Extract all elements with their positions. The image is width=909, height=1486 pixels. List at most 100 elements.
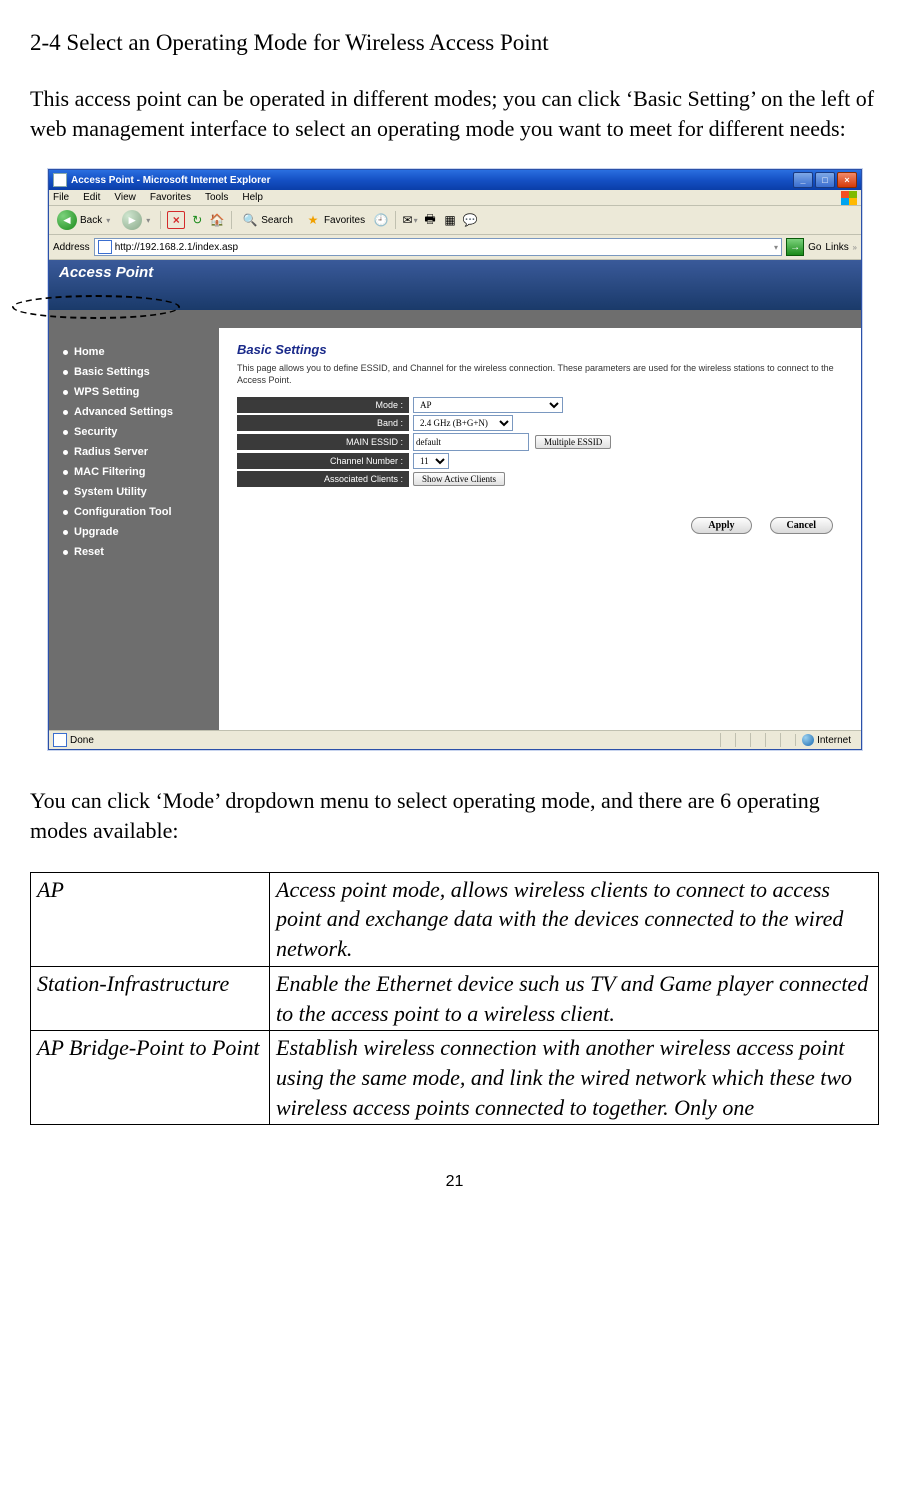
mail-icon[interactable]: ✉▾ (402, 212, 418, 228)
links-label[interactable]: Links » (825, 242, 857, 253)
sidebar-item-label: Advanced Settings (74, 406, 173, 418)
brand-banner: Access Point (49, 260, 861, 328)
print-icon[interactable]: 🖶 (422, 212, 438, 228)
mode-name-cell: Station-Infrastructure (31, 966, 270, 1030)
sidebar-item-label: Security (74, 426, 117, 438)
address-input[interactable]: http://192.168.2.1/index.asp ▾ (94, 238, 782, 256)
status-text: Done (70, 735, 94, 746)
mode-name-cell: AP (31, 872, 270, 966)
mode-desc-cell: Establish wireless connection with anoth… (270, 1031, 879, 1125)
bullet-icon (63, 390, 68, 395)
search-icon: 🔍 (242, 212, 258, 228)
post-paragraph: You can click ‘Mode’ dropdown menu to se… (30, 786, 879, 845)
back-arrow-icon: ◄ (57, 210, 77, 230)
menu-file[interactable]: File (53, 192, 69, 203)
ie-app-icon (53, 173, 67, 187)
close-button[interactable]: × (837, 172, 857, 188)
sidebar-item-reset[interactable]: Reset (49, 542, 219, 562)
back-label: Back (80, 215, 102, 226)
mode-desc-cell: Access point mode, allows wireless clien… (270, 872, 879, 966)
sidebar-item-wps-setting[interactable]: WPS Setting (49, 382, 219, 402)
sidebar-item-basic-settings[interactable]: Basic Settings (49, 362, 219, 382)
table-row: Station-InfrastructureEnable the Etherne… (31, 966, 879, 1030)
menu-view[interactable]: View (114, 192, 136, 203)
sidebar-nav: Home Basic Settings WPS Setting Advanced Se… (49, 328, 219, 730)
channel-select[interactable]: 11 (413, 453, 449, 469)
page-icon (53, 733, 67, 747)
bullet-icon (63, 410, 68, 415)
status-bar: Done Internet (49, 730, 861, 749)
band-select[interactable]: 2.4 GHz (B+G+N) (413, 415, 513, 431)
main-content: Basic Settings This page allows you to d… (219, 328, 861, 730)
essid-input[interactable] (413, 433, 529, 451)
refresh-icon[interactable]: ↻ (189, 212, 205, 228)
sidebar-item-label: Basic Settings (74, 366, 150, 378)
mode-label: Mode : (237, 397, 409, 413)
window-titlebar: Access Point - Microsoft Internet Explor… (49, 170, 861, 190)
star-icon: ★ (305, 212, 321, 228)
stop-icon[interactable]: × (167, 211, 185, 229)
channel-label: Channel Number : (237, 453, 409, 469)
menu-favorites[interactable]: Favorites (150, 192, 191, 203)
favorites-button[interactable]: ★ Favorites (301, 210, 369, 230)
sidebar-item-label: MAC Filtering (74, 466, 146, 478)
chevron-down-icon: ▾ (146, 216, 150, 225)
go-label: Go (808, 242, 821, 253)
sidebar-item-configuration-tool[interactable]: Configuration Tool (49, 502, 219, 522)
discuss-icon[interactable]: 💬 (462, 212, 478, 228)
bullet-icon (63, 490, 68, 495)
multiple-essid-button[interactable]: Multiple ESSID (535, 435, 611, 449)
bullet-icon (63, 450, 68, 455)
sidebar-item-label: Home (74, 346, 105, 358)
bullet-icon (63, 470, 68, 475)
section-heading: 2-4 Select an Operating Mode for Wireles… (30, 30, 879, 56)
menu-help[interactable]: Help (242, 192, 263, 203)
page-description: This page allows you to define ESSID, an… (237, 363, 843, 386)
modes-table: APAccess point mode, allows wireless cli… (30, 872, 879, 1126)
forward-button[interactable]: ► ▾ (118, 208, 154, 232)
edit-icon[interactable]: ▦ (442, 212, 458, 228)
sidebar-item-upgrade[interactable]: Upgrade (49, 522, 219, 542)
chevron-down-icon: ▾ (106, 216, 110, 225)
favorites-label: Favorites (324, 215, 365, 226)
mode-name-cell: AP Bridge-Point to Point (31, 1031, 270, 1125)
sidebar-item-system-utility[interactable]: System Utility (49, 482, 219, 502)
bullet-icon (63, 550, 68, 555)
sidebar-item-mac-filtering[interactable]: MAC Filtering (49, 462, 219, 482)
bullet-icon (63, 510, 68, 515)
menu-edit[interactable]: Edit (83, 192, 100, 203)
sidebar-item-label: System Utility (74, 486, 147, 498)
sidebar-item-security[interactable]: Security (49, 422, 219, 442)
go-button[interactable]: → (786, 238, 804, 256)
sidebar-item-label: Reset (74, 546, 104, 558)
table-row: APAccess point mode, allows wireless cli… (31, 872, 879, 966)
search-button[interactable]: 🔍 Search (238, 210, 297, 230)
clients-label: Associated Clients : (237, 471, 409, 487)
sidebar-item-label: WPS Setting (74, 386, 139, 398)
bullet-icon (63, 350, 68, 355)
minimize-button[interactable]: _ (793, 172, 813, 188)
home-icon[interactable]: 🏠 (209, 212, 225, 228)
search-label: Search (261, 215, 293, 226)
browser-window: Access Point - Microsoft Internet Explor… (48, 169, 862, 750)
show-active-clients-button[interactable]: Show Active Clients (413, 472, 505, 486)
mode-desc-cell: Enable the Ethernet device such us TV an… (270, 966, 879, 1030)
bullet-icon (63, 430, 68, 435)
menu-tools[interactable]: Tools (205, 192, 228, 203)
cancel-button[interactable]: Cancel (770, 517, 833, 534)
page-content: Access Point Home Basic Settings WPS Setti… (49, 260, 861, 730)
apply-button[interactable]: Apply (691, 517, 751, 534)
back-button[interactable]: ◄ Back ▾ (53, 208, 114, 232)
sidebar-item-radius-server[interactable]: Radius Server (49, 442, 219, 462)
sidebar-item-advanced-settings[interactable]: Advanced Settings (49, 402, 219, 422)
chevron-down-icon[interactable]: ▾ (774, 243, 778, 252)
address-label: Address (53, 242, 90, 253)
maximize-button[interactable]: □ (815, 172, 835, 188)
sidebar-item-home[interactable]: Home (49, 342, 219, 362)
sidebar-item-label: Upgrade (74, 526, 119, 538)
mode-select[interactable]: AP (413, 397, 563, 413)
bullet-icon (63, 530, 68, 535)
menu-bar: File Edit View Favorites Tools Help (49, 190, 861, 206)
history-icon[interactable]: 🕘 (373, 212, 389, 228)
sidebar-item-label: Configuration Tool (74, 506, 172, 518)
